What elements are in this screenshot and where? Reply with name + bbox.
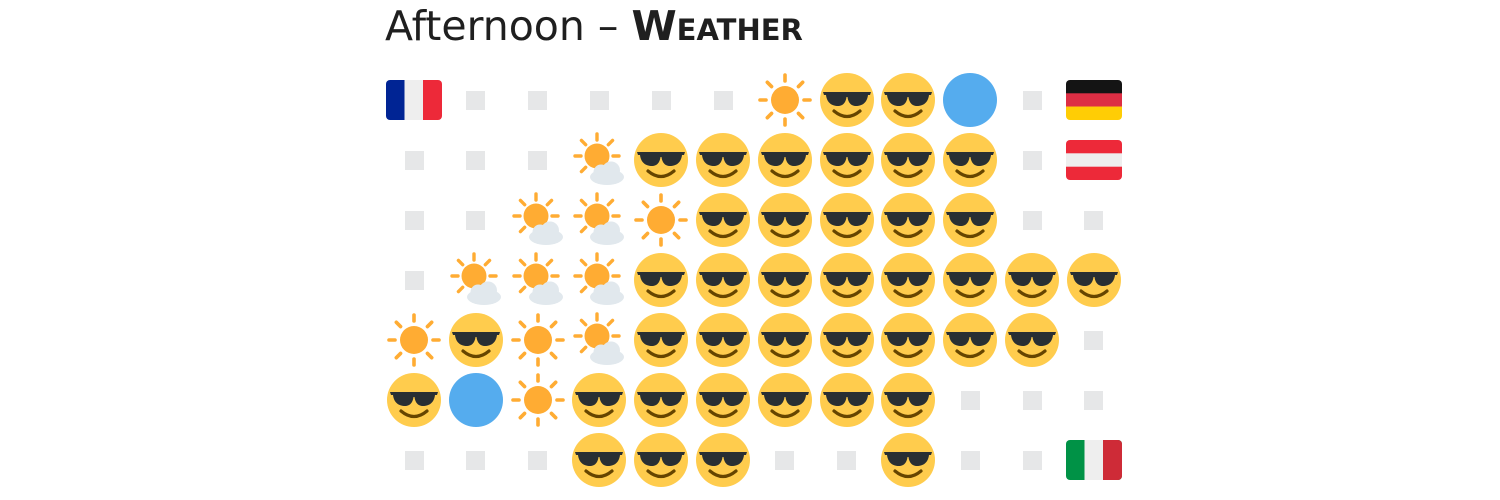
grey-square-icon xyxy=(386,192,442,248)
smiling-face-with-sunglasses-icon xyxy=(695,132,751,188)
smiling-face-with-sunglasses-icon xyxy=(942,312,998,368)
flag-germany-icon xyxy=(1065,72,1122,128)
smiling-face-with-sunglasses-icon xyxy=(1066,252,1122,308)
smiling-face-with-sunglasses-icon xyxy=(880,372,936,428)
smiling-face-with-sunglasses-icon xyxy=(633,312,689,368)
smiling-face-with-sunglasses-icon xyxy=(819,312,875,368)
grey-square-icon xyxy=(510,132,566,188)
grey-square-icon xyxy=(448,72,504,128)
sun-behind-cloud-icon xyxy=(448,252,504,308)
grey-square-icon xyxy=(448,192,504,248)
smiling-face-with-sunglasses-icon xyxy=(695,192,751,248)
sun-behind-cloud-icon xyxy=(571,132,627,188)
smiling-face-with-sunglasses-icon xyxy=(757,312,813,368)
sun-icon xyxy=(633,192,689,248)
grey-square-icon xyxy=(571,72,627,128)
grey-square-icon xyxy=(695,72,751,128)
smiling-face-with-sunglasses-icon xyxy=(633,372,689,428)
sun-behind-cloud-icon xyxy=(571,192,627,248)
smiling-face-with-sunglasses-icon xyxy=(757,192,813,248)
smiling-face-with-sunglasses-icon xyxy=(695,432,751,488)
smiling-face-with-sunglasses-icon xyxy=(819,372,875,428)
smiling-face-with-sunglasses-icon xyxy=(757,252,813,308)
smiling-face-with-sunglasses-icon xyxy=(757,132,813,188)
grey-square-icon xyxy=(1004,432,1060,488)
grey-square-icon xyxy=(386,252,442,308)
weather-grid xyxy=(0,0,1500,500)
sun-behind-cloud-icon xyxy=(510,192,566,248)
grey-square-icon xyxy=(386,132,442,188)
sun-behind-cloud-icon xyxy=(571,312,627,368)
smiling-face-with-sunglasses-icon xyxy=(633,252,689,308)
smiling-face-with-sunglasses-icon xyxy=(880,252,936,308)
smiling-face-with-sunglasses-icon xyxy=(448,312,504,368)
blue-circle-icon xyxy=(448,372,504,428)
sun-behind-cloud-icon xyxy=(571,252,627,308)
grey-square-icon xyxy=(633,72,689,128)
grey-square-icon xyxy=(942,432,998,488)
sun-icon xyxy=(386,312,442,368)
grey-square-icon xyxy=(448,432,504,488)
grey-square-icon xyxy=(1066,312,1122,368)
grey-square-icon xyxy=(757,432,813,488)
sun-behind-cloud-icon xyxy=(510,252,566,308)
grey-square-icon xyxy=(1066,372,1122,428)
smiling-face-with-sunglasses-icon xyxy=(633,132,689,188)
smiling-face-with-sunglasses-icon xyxy=(386,372,442,428)
smiling-face-with-sunglasses-icon xyxy=(695,252,751,308)
smiling-face-with-sunglasses-icon xyxy=(695,312,751,368)
flag-italy-icon xyxy=(1065,432,1122,488)
grey-square-icon xyxy=(1004,72,1060,128)
grey-square-icon xyxy=(1004,132,1060,188)
smiling-face-with-sunglasses-icon xyxy=(880,312,936,368)
smiling-face-with-sunglasses-icon xyxy=(880,432,936,488)
flag-france-icon xyxy=(386,72,442,128)
flag-austria-icon xyxy=(1065,132,1122,188)
smiling-face-with-sunglasses-icon xyxy=(633,432,689,488)
smiling-face-with-sunglasses-icon xyxy=(819,72,875,128)
grey-square-icon xyxy=(386,432,442,488)
blue-circle-icon xyxy=(942,72,998,128)
smiling-face-with-sunglasses-icon xyxy=(942,252,998,308)
smiling-face-with-sunglasses-icon xyxy=(1004,312,1060,368)
smiling-face-with-sunglasses-icon xyxy=(942,192,998,248)
smiling-face-with-sunglasses-icon xyxy=(880,72,936,128)
grey-square-icon xyxy=(510,432,566,488)
grey-square-icon xyxy=(510,72,566,128)
grey-square-icon xyxy=(1004,192,1060,248)
sun-icon xyxy=(510,372,566,428)
smiling-face-with-sunglasses-icon xyxy=(819,192,875,248)
grey-square-icon xyxy=(1004,372,1060,428)
grey-square-icon xyxy=(448,132,504,188)
smiling-face-with-sunglasses-icon xyxy=(880,132,936,188)
smiling-face-with-sunglasses-icon xyxy=(695,372,751,428)
smiling-face-with-sunglasses-icon xyxy=(571,432,627,488)
grey-square-icon xyxy=(1066,192,1122,248)
grey-square-icon xyxy=(942,372,998,428)
smiling-face-with-sunglasses-icon xyxy=(819,132,875,188)
grey-square-icon xyxy=(819,432,875,488)
smiling-face-with-sunglasses-icon xyxy=(819,252,875,308)
smiling-face-with-sunglasses-icon xyxy=(757,372,813,428)
smiling-face-with-sunglasses-icon xyxy=(1004,252,1060,308)
sun-icon xyxy=(757,72,813,128)
smiling-face-with-sunglasses-icon xyxy=(880,192,936,248)
smiling-face-with-sunglasses-icon xyxy=(942,132,998,188)
smiling-face-with-sunglasses-icon xyxy=(571,372,627,428)
sun-icon xyxy=(510,312,566,368)
